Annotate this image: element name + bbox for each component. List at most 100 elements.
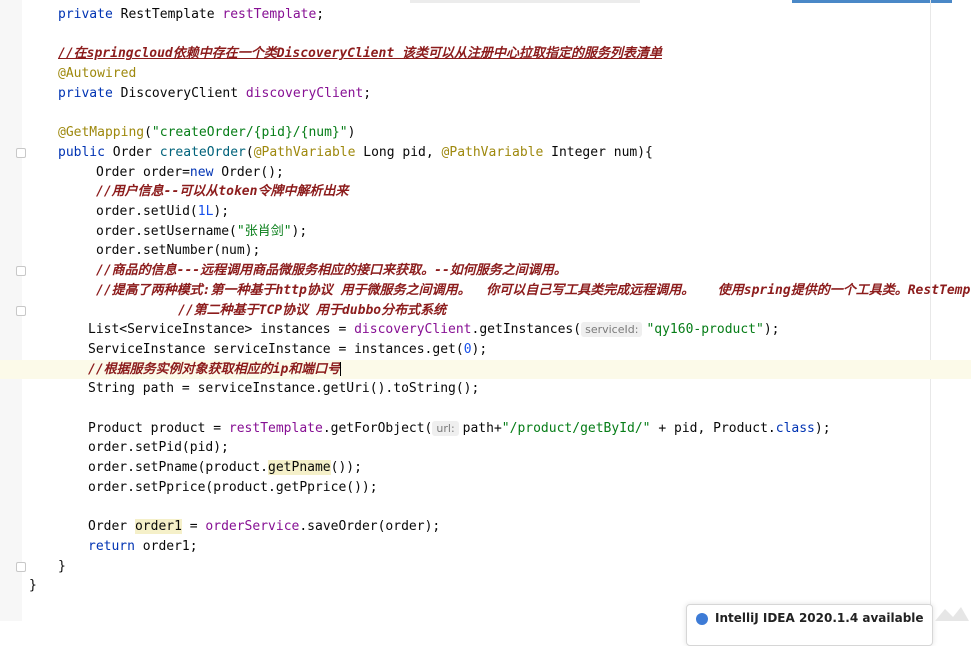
code-text: return order1; xyxy=(88,537,198,557)
annotation-token: @PathVariable xyxy=(441,144,552,160)
code-text: order.setUid(1L); xyxy=(96,202,229,222)
code-line[interactable]: //提高了两种模式:第一种基于http协议 用于微服务之间调用。 你可以自己写工… xyxy=(0,281,971,301)
code-line[interactable]: order.setUsername("张肖剑"); xyxy=(0,222,971,242)
code-text: order.setPname(product.getPname()); xyxy=(88,458,362,478)
field-token: discoveryClient xyxy=(245,85,364,101)
plain-token: order1; xyxy=(142,538,198,554)
code-line[interactable]: //在springcloud依赖中存在一个类DiscoveryClient 该类… xyxy=(0,44,971,64)
code-line[interactable]: //用户信息--可以从token令牌中解析出来 xyxy=(0,182,971,202)
code-line[interactable]: order.setNumber(num); xyxy=(0,241,971,261)
plain-token: } xyxy=(29,578,37,594)
code-line[interactable]: order.setPprice(product.getPprice()); xyxy=(0,478,971,498)
highlighted-token: getPname xyxy=(268,460,331,476)
code-line[interactable]: List<ServiceInstance> instances = discov… xyxy=(0,320,971,340)
plain-token: order.setPname(product. xyxy=(88,460,269,476)
code-line[interactable]: } xyxy=(0,576,971,596)
code-text: Order order=new Order(); xyxy=(96,163,284,183)
code-line[interactable]: order.setUid(1L); xyxy=(0,202,971,222)
fold-marker-icon[interactable] xyxy=(16,305,26,316)
number-token: 0 xyxy=(463,341,472,357)
plain-token: Order xyxy=(88,519,135,535)
code-text: List<ServiceInstance> instances = discov… xyxy=(88,320,780,340)
plain-token: .getInstances( xyxy=(471,322,582,338)
plain-token: order.setPid(pid); xyxy=(88,440,229,456)
update-notification[interactable]: IntelliJ IDEA 2020.1.4 available xyxy=(686,604,933,646)
window-corner-decoration xyxy=(935,607,969,621)
fold-marker-icon[interactable] xyxy=(16,147,26,158)
plain-token: String path = serviceInstance.getUri().t… xyxy=(88,381,480,397)
annotation-token: @Autowired xyxy=(58,66,137,82)
code-text: order.setPprice(product.getPprice()); xyxy=(88,478,378,498)
number-token: 1L xyxy=(197,204,214,219)
plain-token: ); xyxy=(471,341,488,357)
code-line[interactable]: @Autowired xyxy=(0,64,971,84)
field-token: restTemplate xyxy=(222,7,317,22)
code-line[interactable]: //商品的信息---远程调用商品微服务相应的接口来获取。--如何服务之间调用。 xyxy=(0,261,971,281)
annotation-token: @PathVariable xyxy=(253,144,364,160)
plain-token: .saveOrder(order); xyxy=(299,519,441,535)
field-token: discoveryClient xyxy=(354,322,472,338)
comment-token: //提高了两种模式:第一种基于http协议 用于微服务之间调用。 你可以自己写工… xyxy=(96,282,971,298)
field-token: orderService xyxy=(205,519,300,535)
code-line[interactable]: order.setPid(pid); xyxy=(0,438,971,458)
keyword-token: private xyxy=(58,7,121,22)
code-text: Order order1 = orderService.saveOrder(or… xyxy=(88,517,440,537)
plain-token: Long pid, xyxy=(363,144,442,160)
code-line[interactable]: @GetMapping("createOrder/{pid}/{num}") xyxy=(0,123,971,143)
code-text: ServiceInstance serviceInstance = instan… xyxy=(88,340,487,360)
keyword-token: new xyxy=(189,164,222,180)
string-token: "/product/getById/" xyxy=(501,420,651,436)
plain-token: order.setUsername( xyxy=(96,223,237,239)
plain-token: ; xyxy=(316,7,325,22)
code-line[interactable]: ServiceInstance serviceInstance = instan… xyxy=(0,340,971,360)
highlighted-token: order1 xyxy=(134,519,182,535)
code-text: } xyxy=(29,576,37,596)
plain-token: ( xyxy=(245,144,254,160)
code-text: @Autowired xyxy=(58,64,136,84)
plain-token: Order(); xyxy=(221,164,284,180)
code-line[interactable]: } xyxy=(0,557,971,577)
code-line[interactable] xyxy=(0,25,971,45)
code-line[interactable] xyxy=(0,498,971,518)
plain-token: ( xyxy=(144,125,152,141)
code-line[interactable]: order.setPname(product.getPname()); xyxy=(0,458,971,478)
parameter-hint: serviceId: xyxy=(581,322,643,338)
plain-token: List<ServiceInstance> instances = xyxy=(88,322,355,338)
code-text: //根据服务实例对象获取相应的ip和端口号 xyxy=(88,360,342,380)
code-text: public Order createOrder(@PathVariable L… xyxy=(58,143,653,163)
plain-token: Integer num){ xyxy=(551,144,653,160)
code-text: //在springcloud依赖中存在一个类DiscoveryClient 该类… xyxy=(58,44,662,64)
tab-strip-indicator xyxy=(410,0,640,3)
fold-marker-icon[interactable] xyxy=(16,266,26,277)
code-text: String path = serviceInstance.getUri().t… xyxy=(88,379,479,399)
code-line[interactable]: private RestTemplate restTemplate; xyxy=(0,5,971,25)
plain-token: order.setNumber(num); xyxy=(96,243,261,259)
plain-token: ); xyxy=(763,322,780,338)
code-text: //第二种基于TCP协议 用于dubbo分布式系统 xyxy=(178,301,446,321)
keyword-token: private xyxy=(58,85,121,101)
comment-token: //用户信息--可以从token令牌中解析出来 xyxy=(96,184,349,200)
code-text: private DiscoveryClient discoveryClient; xyxy=(58,84,371,104)
code-text: } xyxy=(58,557,66,577)
code-line[interactable]: //第二种基于TCP协议 用于dubbo分布式系统 xyxy=(0,301,971,321)
notification-text: IntelliJ IDEA 2020.1.4 available xyxy=(715,611,924,625)
plain-token: = xyxy=(181,519,206,535)
code-line[interactable]: Order order1 = orderService.saveOrder(or… xyxy=(0,517,971,537)
code-line[interactable]: private DiscoveryClient discoveryClient; xyxy=(0,84,971,104)
code-text: //用户信息--可以从token令牌中解析出来 xyxy=(96,182,348,202)
code-line[interactable]: String path = serviceInstance.getUri().t… xyxy=(0,379,971,399)
plain-token: } xyxy=(58,558,66,574)
fold-marker-icon[interactable] xyxy=(16,561,26,572)
plain-token: path+ xyxy=(462,420,502,436)
text-caret xyxy=(340,362,342,377)
plain-token: order.setPprice(product.getPprice()); xyxy=(88,479,378,495)
code-line[interactable]: return order1; xyxy=(0,537,971,557)
code-line[interactable] xyxy=(0,399,971,419)
code-line[interactable]: public Order createOrder(@PathVariable L… xyxy=(0,143,971,163)
code-line[interactable] xyxy=(0,104,971,124)
code-line[interactable]: //根据服务实例对象获取相应的ip和端口号 xyxy=(0,359,971,380)
code-line[interactable]: Order order=new Order(); xyxy=(0,163,971,183)
plain-token: DiscoveryClient xyxy=(120,85,246,101)
code-line[interactable]: Product product = restTemplate.getForObj… xyxy=(0,419,971,439)
active-tab-indicator xyxy=(792,0,952,3)
